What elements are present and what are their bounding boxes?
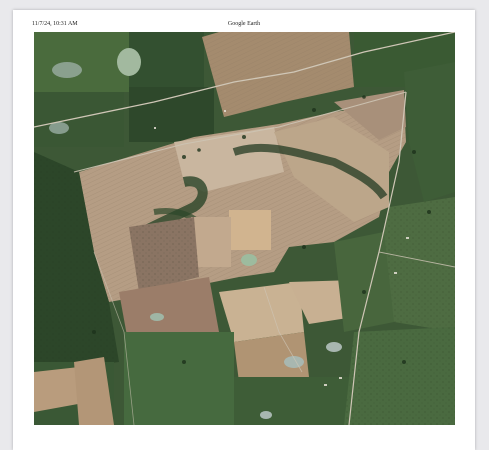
print-title: Google Earth [227,21,261,27]
print-page: 11/7/24, 10:31 AM Google Earth [13,10,475,450]
satellite-image [34,32,455,425]
satellite-map[interactable] [34,32,455,425]
